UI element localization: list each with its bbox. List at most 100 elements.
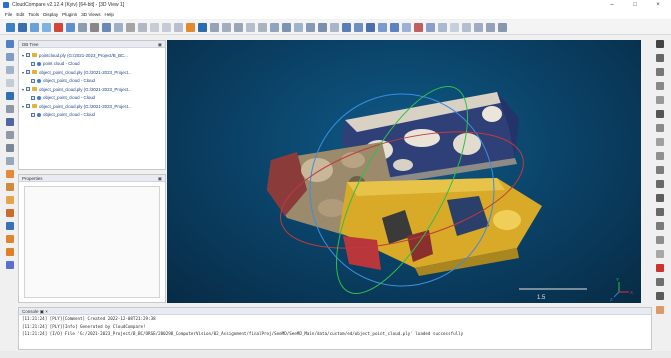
camera-icon[interactable] <box>6 53 14 61</box>
segment-icon[interactable] <box>656 250 664 258</box>
picking-icon[interactable] <box>6 170 14 178</box>
clock-icon[interactable] <box>656 110 664 118</box>
gradient-icon[interactable] <box>656 194 664 202</box>
pivot-icon[interactable] <box>6 92 14 100</box>
visibility-checkbox[interactable] <box>26 53 30 58</box>
list-icon[interactable] <box>656 96 664 104</box>
expand-icon[interactable]: ▾ <box>21 87 25 92</box>
dots-icon[interactable] <box>6 261 14 269</box>
merge-icon[interactable] <box>42 22 51 32</box>
gear-icon[interactable] <box>656 124 664 132</box>
visibility-checkbox[interactable] <box>31 61 35 66</box>
3d-viewport[interactable]: 1.5 Y X Z <box>167 40 641 303</box>
view-top-icon[interactable] <box>474 22 483 32</box>
menu-3d-views[interactable]: 3D Views <box>81 12 100 17</box>
filter-icon[interactable] <box>222 22 231 32</box>
front-view-icon[interactable] <box>6 118 14 126</box>
tree-item[interactable]: object_point_cloud - Cloud <box>19 111 165 120</box>
box-icon[interactable] <box>6 196 14 204</box>
cross-icon[interactable] <box>90 22 99 32</box>
segment-icon[interactable] <box>102 22 111 32</box>
filter-icon[interactable] <box>656 138 664 146</box>
align-icon[interactable] <box>174 22 183 32</box>
view-side-icon[interactable] <box>498 22 507 32</box>
smooth-icon[interactable] <box>270 22 279 32</box>
measure-icon[interactable] <box>6 222 14 230</box>
close-button[interactable]: × <box>647 0 669 10</box>
histogram-icon[interactable] <box>282 22 291 32</box>
menu-help[interactable]: Help <box>105 12 114 17</box>
mesh-icon[interactable] <box>162 22 171 32</box>
plane-icon[interactable] <box>306 22 315 32</box>
clipboard-icon[interactable] <box>656 68 664 76</box>
circle-icon[interactable] <box>656 264 664 272</box>
light-icon[interactable] <box>378 22 387 32</box>
zoom-icon[interactable] <box>402 22 411 32</box>
no-entry-icon[interactable] <box>656 40 664 48</box>
scissors-icon[interactable] <box>656 292 664 300</box>
menu-display[interactable]: Display <box>43 12 58 17</box>
sf-icon[interactable] <box>656 180 664 188</box>
save-icon[interactable] <box>18 22 27 32</box>
visibility-checkbox[interactable] <box>31 78 35 83</box>
scalar-icon[interactable] <box>210 22 219 32</box>
normals-icon[interactable] <box>78 22 87 32</box>
measure-icon[interactable] <box>330 22 339 32</box>
gradient-icon[interactable] <box>258 22 267 32</box>
tree-item[interactable]: object_point_cloud - Cloud <box>19 94 165 103</box>
back-view-icon[interactable] <box>6 131 14 139</box>
label-icon[interactable] <box>366 22 375 32</box>
sphere-icon[interactable] <box>318 22 327 32</box>
color-icon[interactable] <box>414 22 423 32</box>
zoom-out-icon[interactable] <box>6 157 14 165</box>
minimize-button[interactable]: – <box>601 0 623 10</box>
view-front-icon[interactable] <box>486 22 495 32</box>
pick-icon[interactable] <box>138 22 147 32</box>
menu-file[interactable]: File <box>5 12 12 17</box>
label-icon[interactable] <box>6 183 14 191</box>
mesh-icon[interactable] <box>656 278 664 286</box>
distance-icon[interactable] <box>234 22 243 32</box>
sf-icon[interactable] <box>246 22 255 32</box>
tools-icon[interactable] <box>656 236 664 244</box>
register-icon[interactable] <box>186 22 195 32</box>
cloud-icon[interactable] <box>462 22 471 32</box>
export-icon[interactable] <box>438 22 447 32</box>
tree-item[interactable]: ▾ object_point_cloud.ply (G:/2021-2023_P… <box>19 68 165 77</box>
visibility-checkbox[interactable] <box>31 95 35 100</box>
view-icon[interactable] <box>6 40 14 48</box>
tree-item[interactable]: object_point_cloud - Cloud <box>19 77 165 86</box>
visibility-checkbox[interactable] <box>26 70 30 75</box>
view-icon[interactable] <box>354 22 363 32</box>
delete-icon[interactable] <box>54 22 63 32</box>
visibility-checkbox[interactable] <box>26 104 30 109</box>
menu-tools[interactable]: Tools <box>28 12 39 17</box>
tree-item[interactable]: ▾ object_point_cloud.ply (G:/2021-2023_P… <box>19 102 165 111</box>
render-icon[interactable] <box>426 22 435 32</box>
pin-icon[interactable]: ▣ <box>158 41 162 48</box>
cube-alt-icon[interactable] <box>6 248 14 256</box>
tree-item[interactable]: point cloud - Cloud <box>19 60 165 69</box>
cube-icon[interactable] <box>6 235 14 243</box>
translate-icon[interactable] <box>114 22 123 32</box>
zoom-in-icon[interactable] <box>6 144 14 152</box>
expand-icon[interactable]: ▾ <box>21 70 25 75</box>
maximize-button[interactable]: □ <box>624 0 646 10</box>
stat-icon[interactable] <box>294 22 303 32</box>
brush-icon[interactable] <box>656 306 664 314</box>
segment-icon[interactable] <box>6 209 14 217</box>
expand-icon[interactable]: ▾ <box>21 53 25 58</box>
clone-icon[interactable] <box>30 22 39 32</box>
crop-icon[interactable] <box>126 22 135 32</box>
settings-icon[interactable] <box>450 22 459 32</box>
sample-icon[interactable] <box>150 22 159 32</box>
grid-icon[interactable] <box>198 22 207 32</box>
perspective-icon[interactable] <box>390 22 399 32</box>
close-icon[interactable]: ▣ × <box>40 309 48 314</box>
expand-icon[interactable]: ▾ <box>21 104 25 109</box>
open-icon[interactable] <box>6 22 15 32</box>
visibility-checkbox[interactable] <box>31 112 35 117</box>
pan-icon[interactable] <box>6 79 14 87</box>
pin-icon[interactable]: ▣ <box>158 175 162 182</box>
subsample-icon[interactable] <box>66 22 75 32</box>
